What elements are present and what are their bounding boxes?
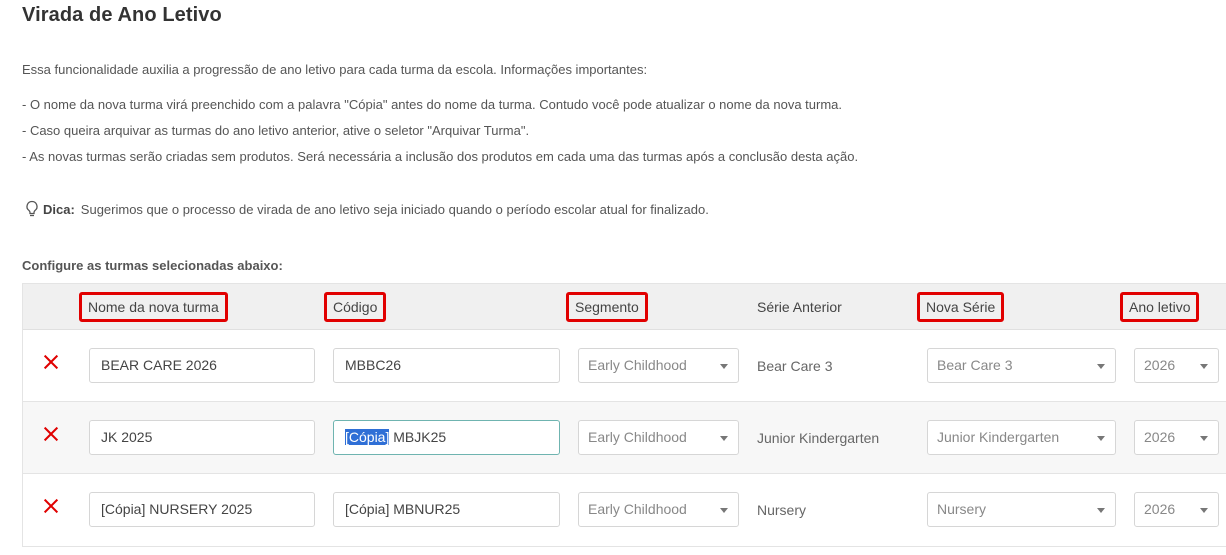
remove-row-icon[interactable] [43, 426, 59, 442]
nome-turma-input[interactable]: JK 2025 [89, 420, 315, 455]
nova-serie-value: Bear Care 3 [937, 357, 1013, 373]
nome-turma-input[interactable]: [Cópia] NURSERY 2025 [89, 492, 315, 527]
nova-serie-select[interactable]: Nursery [927, 492, 1116, 527]
header-nome-nova-turma: Nome da nova turma [79, 292, 228, 322]
nova-serie-value: Nursery [937, 501, 987, 517]
chevron-down-icon [1200, 364, 1208, 369]
codigo-input[interactable]: [Cópia] MBNUR25 [333, 492, 560, 527]
selected-text: [Cópia] [345, 429, 390, 445]
header-codigo: Código [324, 292, 387, 322]
codigo-input[interactable]: MBBC26 [333, 348, 560, 383]
chevron-down-icon [1200, 508, 1208, 513]
remove-row-icon[interactable] [43, 498, 59, 514]
ano-letivo-value: 2026 [1144, 429, 1176, 445]
chevron-down-icon [1097, 436, 1105, 441]
codigo-text: MBJK25 [389, 429, 447, 445]
page-title: Virada de Ano Letivo [22, 4, 222, 26]
nova-serie-value: Junior Kindergarten [937, 429, 1060, 445]
info-bullet: - Caso queira arquivar as turmas do ano … [22, 123, 530, 138]
remove-row-icon[interactable] [43, 354, 59, 370]
header-serie-anterior: Série Anterior [757, 299, 842, 315]
table-row: JK 2025 [Cópia] MBJK25 Early Childhood J… [23, 402, 1226, 474]
ano-letivo-value: 2026 [1144, 357, 1176, 373]
table-row: BEAR CARE 2026 MBBC26 Early Childhood Be… [23, 330, 1226, 402]
chevron-down-icon [1097, 364, 1105, 369]
segmento-select[interactable]: Early Childhood [578, 492, 739, 527]
table-row: [Cópia] NURSERY 2025 [Cópia] MBNUR25 Ear… [23, 474, 1226, 546]
tip-label: Dica: [43, 201, 75, 217]
header-ano-letivo: Ano letivo [1120, 292, 1200, 322]
segmento-value: Early Childhood [588, 357, 687, 373]
chevron-down-icon [720, 364, 728, 369]
segmento-select[interactable]: Early Childhood [578, 348, 739, 383]
ano-letivo-select[interactable]: 2026 [1134, 348, 1219, 383]
segmento-select[interactable]: Early Childhood [578, 420, 739, 455]
intro-text: Essa funcionalidade auxilia a progressão… [22, 62, 648, 77]
ano-letivo-select[interactable]: 2026 [1134, 492, 1219, 527]
header-segmento: Segmento [566, 292, 648, 322]
nova-serie-select[interactable]: Bear Care 3 [927, 348, 1116, 383]
chevron-down-icon [1200, 436, 1208, 441]
info-bullet: - As novas turmas serão criadas sem prod… [22, 149, 859, 164]
chevron-down-icon [720, 508, 728, 513]
classes-table: Nome da nova turma Código Segmento Série… [22, 283, 1226, 547]
segmento-value: Early Childhood [588, 429, 687, 445]
segmento-value: Early Childhood [588, 501, 687, 517]
serie-anterior: Junior Kindergarten [757, 430, 880, 446]
nova-serie-select[interactable]: Junior Kindergarten [927, 420, 1116, 455]
codigo-input[interactable]: [Cópia] MBJK25 [333, 420, 560, 455]
nome-turma-input[interactable]: BEAR CARE 2026 [89, 348, 315, 383]
section-label: Configure as turmas selecionadas abaixo: [22, 258, 283, 273]
lightbulb-icon [26, 200, 38, 217]
tip-text: Sugerimos que o processo de virada de an… [80, 201, 709, 217]
chevron-down-icon [1097, 508, 1105, 513]
header-nova-serie: Nova Série [917, 292, 1005, 322]
info-bullet: - O nome da nova turma virá preenchido c… [22, 97, 843, 112]
serie-anterior: Bear Care 3 [757, 358, 833, 374]
tip: Dica: Sugerimos que o processo de virada… [24, 200, 709, 218]
ano-letivo-select[interactable]: 2026 [1134, 420, 1219, 455]
ano-letivo-value: 2026 [1144, 501, 1176, 517]
serie-anterior: Nursery [757, 502, 807, 518]
table-header: Nome da nova turma Código Segmento Série… [23, 284, 1226, 330]
chevron-down-icon [720, 436, 728, 441]
